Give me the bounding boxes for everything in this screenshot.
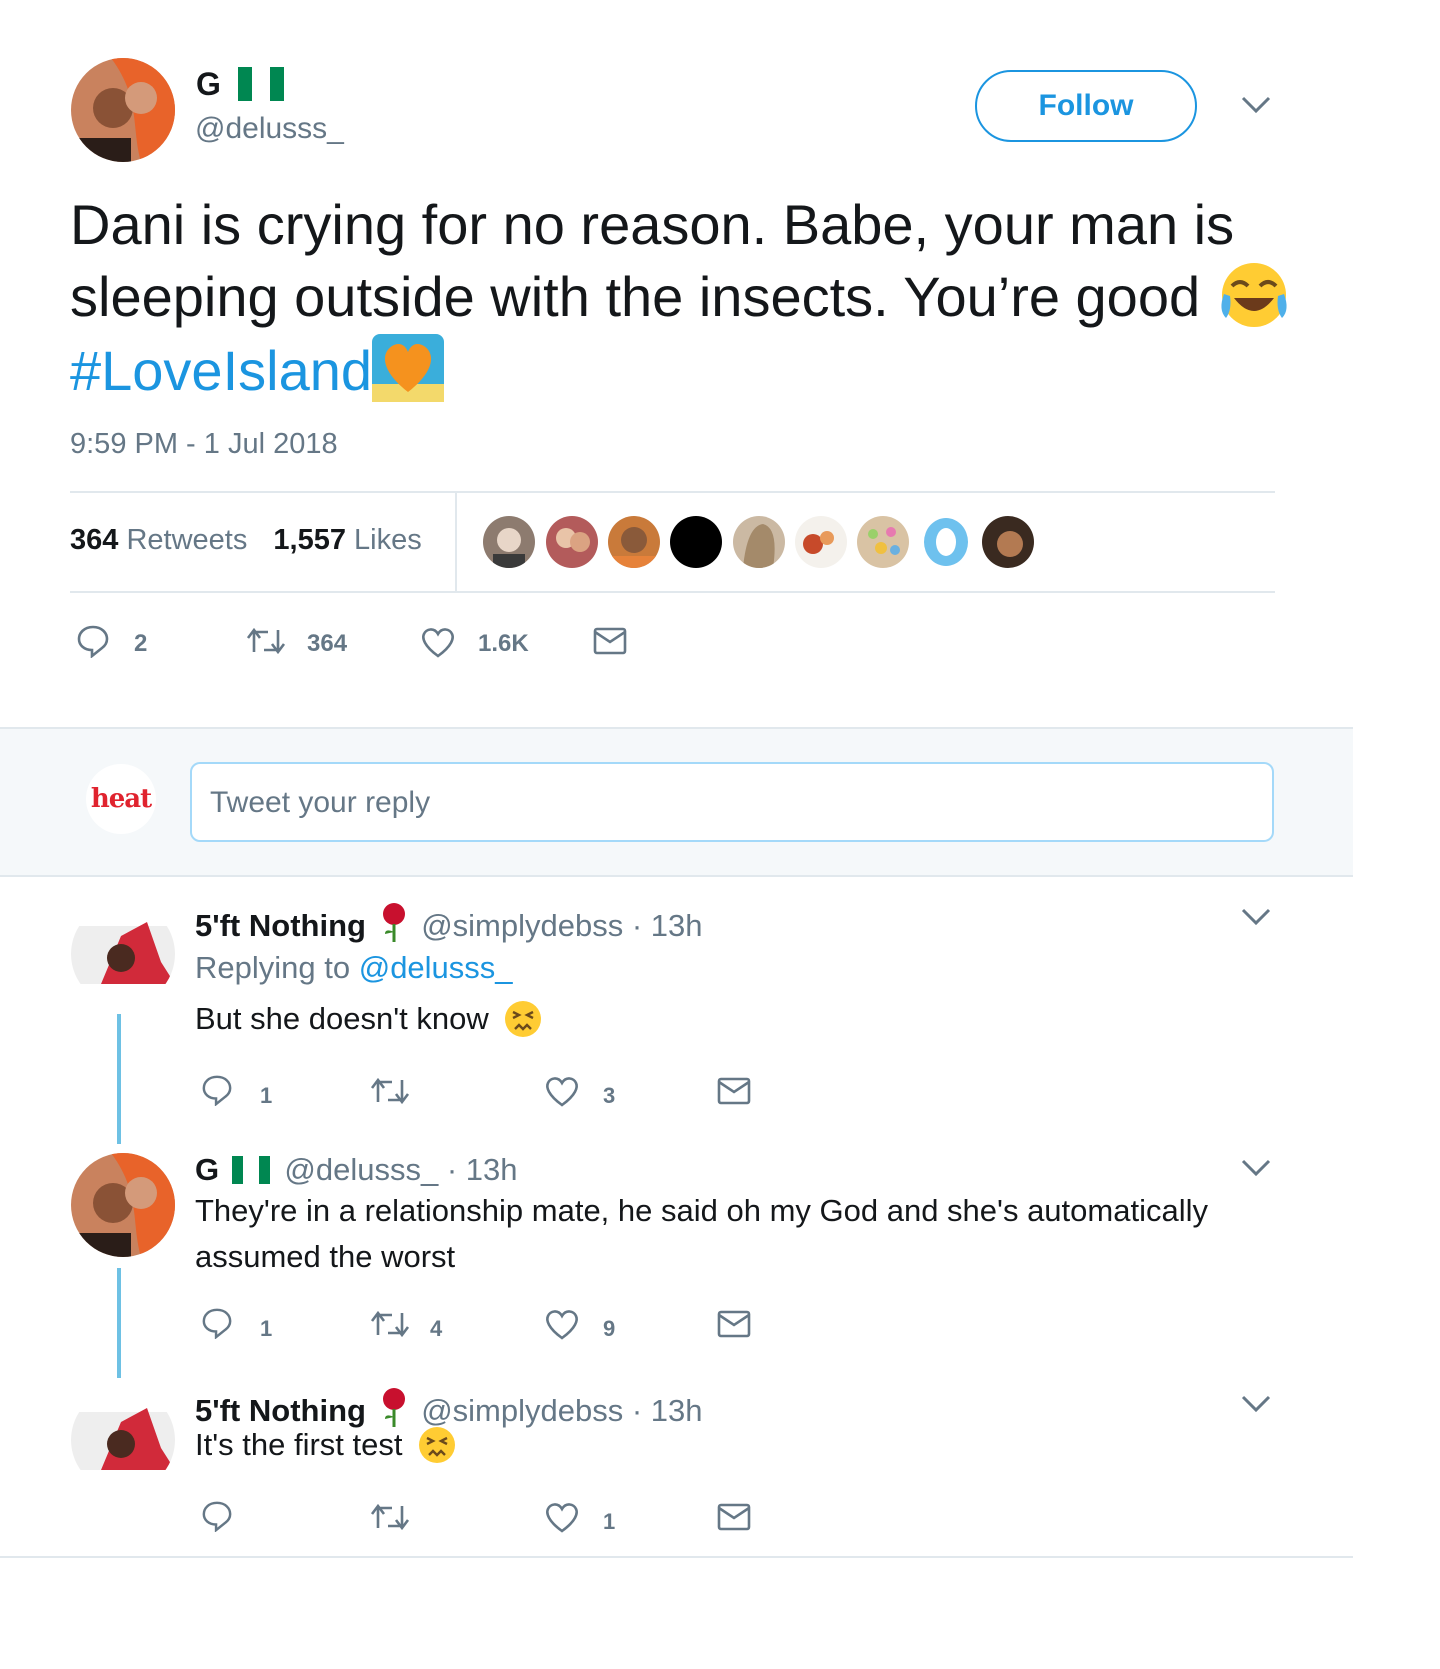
like-icon[interactable] <box>544 1075 580 1107</box>
liker-avatar[interactable] <box>733 516 785 568</box>
chevron-down-icon[interactable] <box>1240 1157 1272 1184</box>
divider <box>455 493 457 591</box>
like-count: 9 <box>603 1316 616 1341</box>
retweet-stat-count: 364 <box>70 524 119 556</box>
like-icon[interactable] <box>544 1308 580 1340</box>
nigeria-flag-icon <box>231 1155 270 1184</box>
retweet-icon[interactable] <box>370 1076 410 1106</box>
retweet-icon[interactable] <box>246 626 286 656</box>
reply-icon[interactable] <box>76 624 110 658</box>
liker-avatar[interactable] <box>670 516 722 568</box>
tweet-timestamp[interactable]: 9:59 PM - 1 Jul 2018 <box>70 428 338 461</box>
chevron-down-icon[interactable] <box>1240 1393 1272 1420</box>
thread-line <box>117 1268 121 1378</box>
rose-icon <box>379 902 409 942</box>
retweet-stat[interactable]: 364 Retweets <box>70 524 247 556</box>
replying-to-handle[interactable]: @delusss_ <box>359 950 513 985</box>
liker-avatar[interactable] <box>483 516 535 568</box>
reply-time[interactable]: · 13h <box>632 1393 703 1428</box>
tweet-stats: 364 Retweets 1,557 Likes <box>70 524 422 557</box>
reply-count: 1 <box>260 1083 273 1108</box>
retweet-stat-label: Retweets <box>126 524 248 556</box>
author-handle[interactable]: @delusss_ <box>195 112 344 146</box>
reply-count: 1 <box>260 1316 273 1341</box>
like-count: 1.6K <box>478 630 529 657</box>
reply-text: It's the first test <box>195 1427 403 1462</box>
author-name[interactable]: G <box>196 66 221 102</box>
dm-icon[interactable] <box>717 1502 751 1532</box>
follow-button[interactable]: Follow <box>975 70 1197 142</box>
tweet-text-body: Dani is crying for no reason. Babe, your… <box>70 193 1235 328</box>
rose-icon <box>379 1387 409 1427</box>
divider <box>70 591 1275 593</box>
nigeria-flag-icon <box>237 66 286 101</box>
reply-time[interactable]: · 13h <box>632 908 703 943</box>
liker-avatar[interactable] <box>795 516 847 568</box>
reply-input[interactable]: Tweet your reply <box>190 762 1274 842</box>
liker-avatar[interactable] <box>982 516 1034 568</box>
liker-avatar[interactable] <box>546 516 598 568</box>
like-icon[interactable] <box>544 1501 580 1533</box>
joy-emoji <box>1216 260 1292 330</box>
reply-time[interactable]: · 13h <box>447 1152 518 1187</box>
reply-input-placeholder: Tweet your reply <box>210 786 431 819</box>
like-count: 1 <box>603 1509 616 1534</box>
heart-emoji <box>372 332 445 404</box>
persevere-emoji <box>417 1425 457 1465</box>
chevron-down-icon[interactable] <box>1240 906 1272 933</box>
follow-button-label: Follow <box>1038 89 1134 122</box>
reply-author-name[interactable]: G <box>195 1152 219 1187</box>
like-stat[interactable]: 1,557 Likes <box>273 524 421 556</box>
dm-icon[interactable] <box>717 1076 751 1106</box>
retweet-icon[interactable] <box>370 1309 410 1339</box>
reply-icon[interactable] <box>201 1074 233 1106</box>
divider <box>0 1556 1353 1558</box>
reply-author-handle[interactable]: @delusss_ <box>284 1152 438 1187</box>
reply-count: 2 <box>134 630 148 657</box>
reply-avatar[interactable] <box>71 1153 175 1257</box>
retweet-icon[interactable] <box>370 1502 410 1532</box>
like-icon[interactable] <box>420 626 456 658</box>
reply-icon[interactable] <box>201 1500 233 1532</box>
dm-icon[interactable] <box>593 626 627 656</box>
reply-avatar[interactable] <box>71 902 175 1006</box>
reply-author-handle[interactable]: @simplydebss <box>421 908 623 943</box>
thread-line <box>117 1014 121 1144</box>
divider <box>70 491 1275 493</box>
retweet-count: 4 <box>430 1316 443 1341</box>
chevron-down-icon[interactable] <box>1240 94 1272 121</box>
author-avatar[interactable] <box>71 58 175 162</box>
liker-avatar[interactable] <box>857 516 909 568</box>
liker-avatar[interactable] <box>920 516 972 568</box>
composer-avatar[interactable]: heat <box>86 764 156 834</box>
reply-author-name[interactable]: 5'ft Nothing <box>195 908 366 943</box>
dm-icon[interactable] <box>717 1309 751 1339</box>
reply-text: But she doesn't know <box>195 1001 489 1036</box>
like-stat-count: 1,557 <box>273 524 346 556</box>
reply-text: They're in a relationship mate, he said … <box>195 1193 1208 1274</box>
composer-avatar-text: heat <box>90 784 152 814</box>
persevere-emoji <box>503 999 543 1039</box>
replying-to-label: Replying to <box>195 950 351 985</box>
like-count: 3 <box>603 1083 616 1108</box>
retweet-count: 364 <box>307 630 348 657</box>
tweet-text: Dani is crying for no reason. Babe, your… <box>70 190 1300 406</box>
hashtag-link[interactable]: #LoveIsland <box>70 339 372 402</box>
reply-icon[interactable] <box>201 1307 233 1339</box>
reply-avatar[interactable] <box>71 1388 175 1492</box>
like-stat-label: Likes <box>354 524 422 556</box>
liker-avatar[interactable] <box>608 516 660 568</box>
